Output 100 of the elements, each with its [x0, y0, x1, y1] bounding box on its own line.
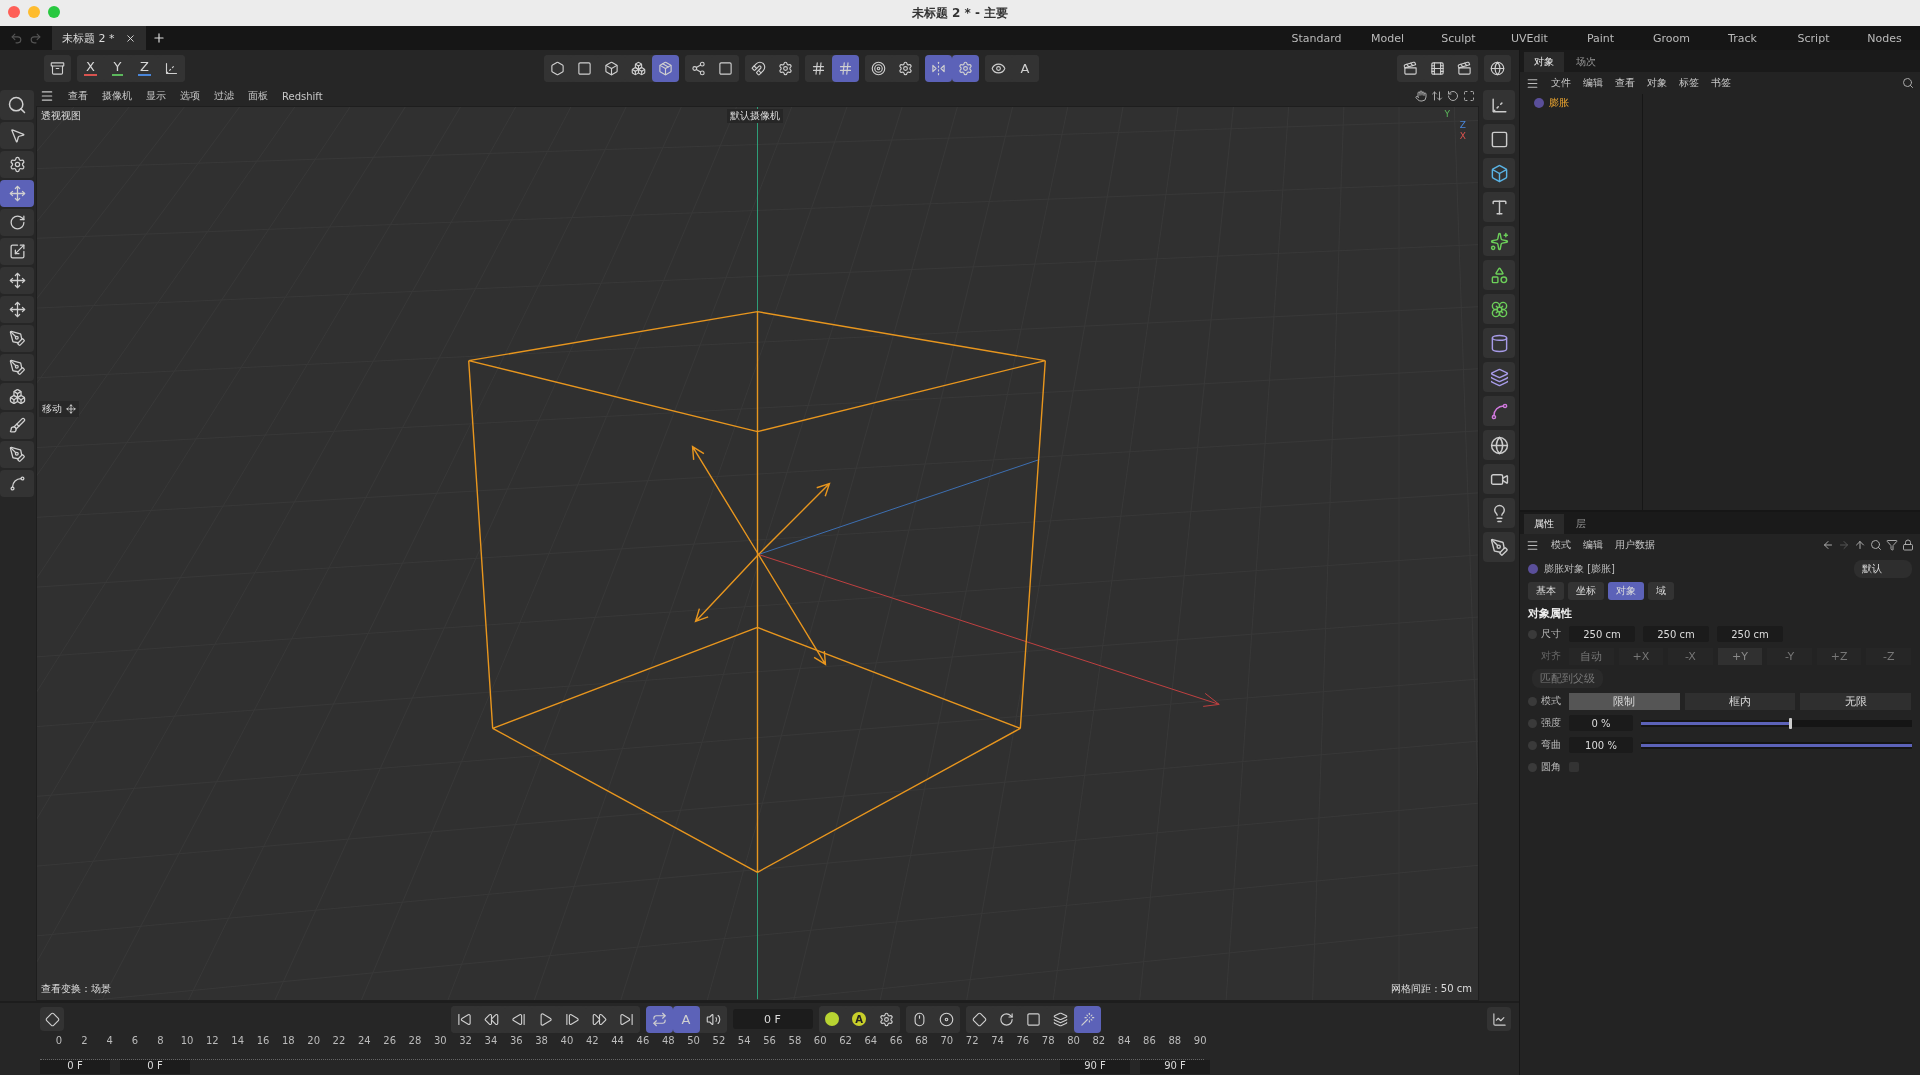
slider-track[interactable]: [1641, 719, 1912, 727]
globe-button[interactable]: [1483, 430, 1515, 460]
search-button[interactable]: [0, 90, 34, 120]
cubes-button[interactable]: [0, 383, 34, 410]
menu-icon[interactable]: [40, 89, 54, 103]
scale-button[interactable]: [0, 238, 34, 265]
mode-option[interactable]: 无限: [1800, 692, 1912, 710]
document-tab[interactable]: 未标题 2 *: [52, 26, 146, 50]
cube-button[interactable]: [1483, 158, 1515, 188]
letter-button[interactable]: A: [672, 1005, 700, 1033]
attribute-tab[interactable]: 坐标: [1568, 582, 1604, 600]
brush-button[interactable]: [0, 412, 34, 439]
viewport-menu-item[interactable]: 摄像机: [102, 89, 132, 103]
up-icon[interactable]: [1854, 539, 1866, 551]
slider-thumb[interactable]: [1789, 717, 1793, 729]
flower-button[interactable]: [1483, 294, 1515, 324]
pen-button[interactable]: [0, 441, 34, 468]
shapes-button[interactable]: [1483, 260, 1515, 290]
light-bulb-button[interactable]: [1483, 498, 1515, 528]
layout-tab[interactable]: Groom: [1636, 31, 1707, 45]
video-camera-button[interactable]: [1483, 464, 1515, 494]
close-window-button[interactable]: [8, 6, 20, 18]
layers-button[interactable]: [1483, 362, 1515, 392]
panel-tab[interactable]: 层: [1566, 514, 1596, 534]
size-field[interactable]: 250 cm: [1569, 626, 1635, 642]
filter-icon[interactable]: [1886, 539, 1898, 551]
pen-button[interactable]: [1483, 532, 1515, 562]
camera-name[interactable]: 默认摄像机: [727, 109, 783, 123]
spline-button[interactable]: [1483, 396, 1515, 426]
lock-icon[interactable]: [1902, 539, 1914, 551]
panel-menu-item[interactable]: 对象: [1647, 76, 1667, 90]
value-field[interactable]: 0 %: [1569, 715, 1633, 731]
layout-tab[interactable]: Track: [1707, 31, 1778, 45]
square-button[interactable]: [1483, 124, 1515, 154]
frame-range-field[interactable]: 0 F: [120, 1060, 190, 1074]
attribute-tab[interactable]: 基本: [1528, 582, 1564, 600]
panel-tab[interactable]: 属性: [1524, 514, 1564, 534]
diamond-button[interactable]: [40, 1007, 64, 1031]
move-button[interactable]: [0, 296, 34, 323]
viewport-menu-item[interactable]: 过滤: [214, 89, 234, 103]
cylinder-button[interactable]: [1483, 328, 1515, 358]
viewport-menu-item[interactable]: 选项: [180, 89, 200, 103]
attribute-tab[interactable]: 域: [1648, 582, 1674, 600]
settings-button[interactable]: [0, 151, 34, 178]
viewport-menu-item[interactable]: Redshift: [282, 90, 323, 102]
pen-button[interactable]: [0, 354, 34, 381]
frame-range-field[interactable]: 0 F: [40, 1060, 110, 1074]
axes-button[interactable]: [1483, 90, 1515, 120]
maximize-icon[interactable]: [1463, 90, 1475, 102]
preset-dropdown[interactable]: 默认: [1854, 560, 1912, 578]
search-icon[interactable]: [1902, 77, 1914, 89]
layout-tab[interactable]: Standard: [1281, 31, 1352, 45]
pen-button[interactable]: [0, 325, 34, 352]
frame-range-field[interactable]: 90 F: [1140, 1060, 1210, 1074]
mirror-button[interactable]: [924, 54, 952, 82]
settings-button[interactable]: [951, 54, 979, 82]
new-tab-icon[interactable]: [151, 31, 166, 45]
cursor-button[interactable]: [0, 122, 34, 149]
orbit-icon[interactable]: [1447, 90, 1459, 102]
object-tree-item[interactable]: 膨胀: [1534, 96, 1642, 110]
layout-tab[interactable]: Paint: [1565, 31, 1636, 45]
slider-fill[interactable]: [1641, 721, 1791, 725]
panel-menu-item[interactable]: 标签: [1679, 76, 1699, 90]
size-field[interactable]: 250 cm: [1717, 626, 1783, 642]
mode-option[interactable]: 框内: [1684, 692, 1797, 710]
menu-icon[interactable]: [1526, 76, 1539, 90]
text-button[interactable]: [1483, 192, 1515, 222]
panel-tab[interactable]: 场次: [1566, 52, 1606, 72]
layout-tab[interactable]: Nodes: [1849, 31, 1920, 45]
wand-button[interactable]: [1073, 1005, 1101, 1033]
loop-button[interactable]: [645, 1005, 673, 1033]
viewport[interactable]: 透视视图 默认摄像机 Y Z X 移动 查看变换：场景 网格间距 : 50 cm: [36, 106, 1479, 1001]
spline-button[interactable]: [0, 470, 34, 497]
viewport-menu-item[interactable]: 查看: [68, 89, 88, 103]
panel-menu-item[interactable]: 查看: [1615, 76, 1635, 90]
package-button[interactable]: [651, 54, 679, 82]
back-icon[interactable]: [1822, 539, 1834, 551]
sparkles-button[interactable]: [1483, 226, 1515, 256]
layout-tab[interactable]: Model: [1352, 31, 1423, 45]
hand-icon[interactable]: [1415, 90, 1427, 102]
panel-menu-item[interactable]: 文件: [1551, 76, 1571, 90]
search-icon[interactable]: [1870, 539, 1882, 551]
frame-range-field[interactable]: 90 F: [1060, 1060, 1130, 1074]
value-field[interactable]: 100 %: [1569, 737, 1633, 753]
viewport-menu-item[interactable]: 显示: [146, 89, 166, 103]
move-button[interactable]: [0, 267, 34, 294]
layout-tab[interactable]: Script: [1778, 31, 1849, 45]
layout-tab[interactable]: UVEdit: [1494, 31, 1565, 45]
panel-menu-item[interactable]: 模式: [1551, 538, 1571, 552]
size-field[interactable]: 250 cm: [1643, 626, 1709, 642]
layout-tab[interactable]: Sculpt: [1423, 31, 1494, 45]
panel-menu-item[interactable]: 书签: [1711, 76, 1731, 90]
attribute-tab[interactable]: 对象: [1608, 582, 1644, 600]
panel-menu-item[interactable]: 用户数据: [1615, 538, 1655, 552]
arrows-icon[interactable]: [1431, 90, 1443, 102]
line-chart-button[interactable]: [1487, 1007, 1511, 1031]
panel-menu-item[interactable]: 编辑: [1583, 76, 1603, 90]
panel-tab[interactable]: 对象: [1524, 52, 1564, 72]
move-button[interactable]: [0, 180, 34, 207]
mode-option[interactable]: 限制: [1569, 692, 1681, 710]
